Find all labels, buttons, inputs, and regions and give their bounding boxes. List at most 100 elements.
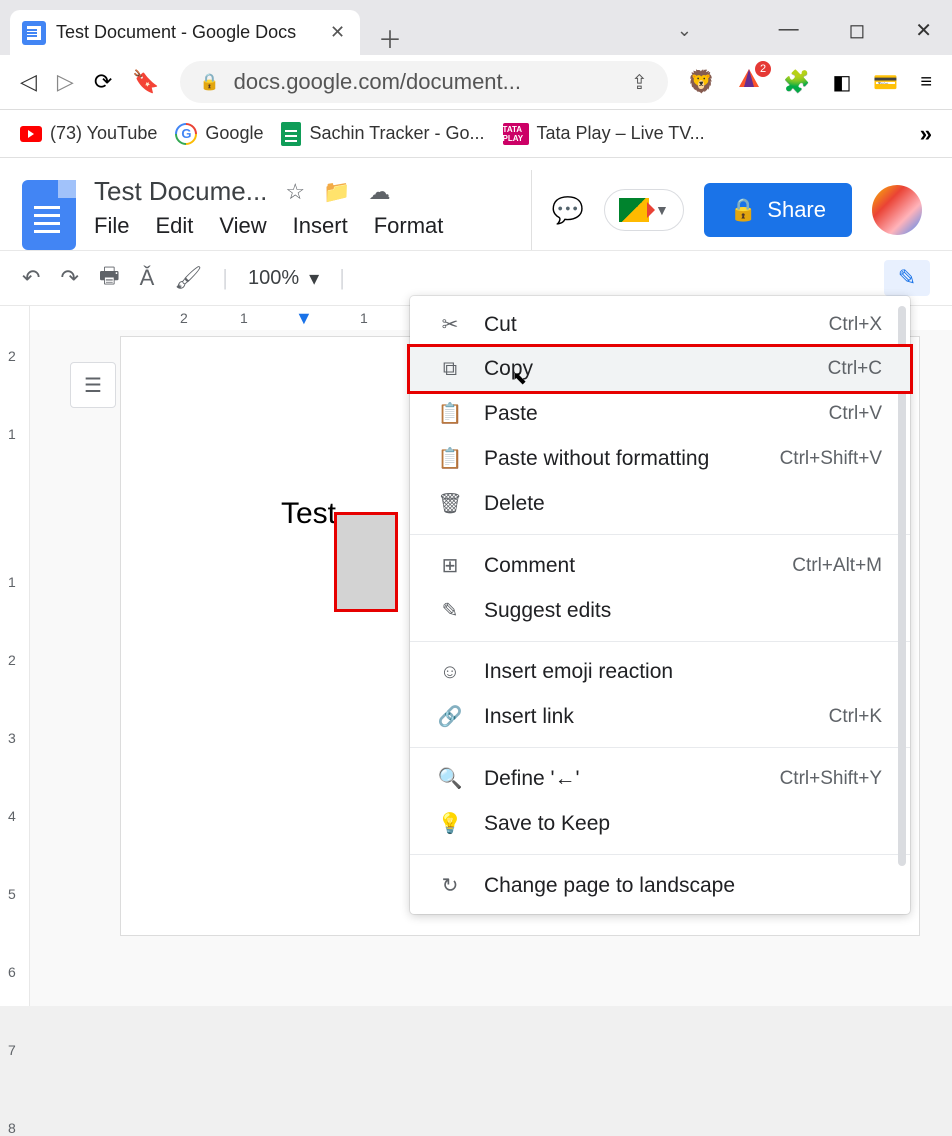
menu-insert[interactable]: Insert [293,213,348,239]
wallet-button[interactable]: 💳 [873,70,898,95]
brave-rewards-icon[interactable]: 2 [737,67,761,97]
menu-item-paste-without-formatting[interactable]: 📋Paste without formattingCtrl+Shift+V [410,436,910,481]
reload-button[interactable]: ⟳ [94,69,112,95]
menu-edit[interactable]: Edit [155,213,193,239]
menu-item-copy[interactable]: ⧉CopyCtrl+C [407,344,913,394]
define--icon: 🔍 [438,766,462,791]
lock-icon: 🔒 [730,197,757,223]
tabs-dropdown-icon[interactable]: ⌄ [677,20,692,41]
bookmarks-overflow-button[interactable]: » [920,121,932,147]
menu-item-insert-emoji-reaction[interactable]: ☺ Insert emoji reaction [410,650,910,694]
menu-divider [410,854,910,855]
change-page-to-landscape-icon: ↻ [438,873,462,898]
menu-item-shortcut: Ctrl+Shift+Y [780,768,882,790]
menu-item-label: Change page to landscape [484,874,860,898]
menu-view[interactable]: View [219,213,266,239]
nav-back-button[interactable]: ◁ [20,69,37,95]
menu-divider [410,641,910,642]
menu-item-suggest-edits[interactable]: ✎ Suggest edits [410,588,910,633]
menu-item-label: Save to Keep [484,812,860,836]
menu-item-define-[interactable]: 🔍 Define '←' Ctrl+Shift+Y [410,756,910,801]
brave-badge: 2 [755,61,771,77]
docs-logo-icon[interactable] [22,180,76,250]
menu-item-shortcut: Ctrl+Alt+M [792,555,882,577]
undo-button[interactable]: ↶ [22,265,40,291]
brave-shields-icon[interactable]: 🦁 [688,69,715,95]
menu-item-label: Cut [484,313,807,337]
window-close-button[interactable]: ✕ [915,18,932,43]
bookmark-button[interactable]: 🔖 [132,69,159,95]
comment-icon: ⊞ [438,553,462,578]
sheets-icon [281,122,301,146]
menu-item-label: Suggest edits [484,599,860,623]
bookmark-tataplay[interactable]: TATA PLAY Tata Play – Live TV... [503,123,705,145]
suggest-edits-icon: ✎ [438,598,462,623]
menu-item-change-page-to-landscape[interactable]: ↻ Change page to landscape [410,863,910,908]
menu-item-shortcut: Ctrl+Shift+V [780,448,882,470]
bookmark-sheets[interactable]: Sachin Tracker - Go... [281,122,484,146]
menu-item-shortcut: Ctrl+V [829,403,882,425]
menu-divider [410,534,910,535]
tab-close-button[interactable]: ✕ [330,22,348,43]
menu-item-label: Copy [484,357,806,381]
menu-button[interactable]: ≡ [920,71,932,94]
menu-item-paste[interactable]: 📋PasteCtrl+V [410,391,910,436]
menu-item-label: Insert emoji reaction [484,660,860,684]
menu-item-shortcut: Ctrl+C [828,358,882,380]
redo-button[interactable]: ↷ [60,265,78,291]
outline-toggle-button[interactable]: ☰ [70,362,116,408]
document-text[interactable]: Test [281,497,336,530]
insert-emoji-reaction-icon: ☺ [438,661,462,684]
youtube-icon [20,126,42,142]
paintformat-button[interactable]: 🖌 [174,265,202,291]
cloud-status-icon[interactable]: ☁ [369,179,391,205]
menu-item-label: Comment [484,554,770,578]
zoom-select[interactable]: 100% ▾ [248,266,319,291]
spellcheck-button[interactable]: Ǎ [140,265,155,291]
editing-mode-button[interactable]: ✎ [884,260,930,296]
star-button[interactable]: ☆ [285,179,305,205]
menu-item-cut[interactable]: ✂ Cut Ctrl+X [410,302,910,347]
menu-item-comment[interactable]: ⊞ Comment Ctrl+Alt+M [410,543,910,588]
bookmark-youtube[interactable]: (73) YouTube [20,123,157,144]
menu-item-delete[interactable]: 🗑 Delete [410,481,910,526]
new-tab-button[interactable]: ＋ [360,20,420,55]
vertical-ruler: 2112345678 [0,306,30,1006]
menu-item-shortcut: Ctrl+X [829,314,882,336]
delete-icon: 🗑 [438,491,462,516]
address-bar: ◁ ▷ ⟳ 🔖 🔒 docs.google.com/document... ⇪ … [0,55,952,110]
extensions-button[interactable]: 🧩 [783,69,810,95]
sidepanel-button[interactable]: ◧ [833,70,852,95]
context-menu: ✂CutCtrl+X⧉CopyCtrl+C📋PasteCtrl+V📋Paste … [410,296,910,914]
paste-icon: 📋 [438,401,462,426]
bookmark-google[interactable]: Google [175,123,263,145]
cut-icon: ✂ [438,312,462,337]
url-field[interactable]: 🔒 docs.google.com/document... ⇪ [180,61,668,103]
account-avatar[interactable] [872,185,922,235]
save-to-keep-icon: 💡 [438,811,462,836]
tataplay-icon: TATA PLAY [503,123,529,145]
print-button[interactable]: 🖶 [99,259,120,297]
docs-favicon-icon [22,21,46,45]
lock-icon: 🔒 [200,72,220,92]
share-button[interactable]: 🔒 Share [704,183,852,237]
menu-format[interactable]: Format [374,213,444,239]
meet-button[interactable]: ▼ [604,189,684,231]
chevron-down-icon: ▼ [655,202,669,218]
menu-divider [410,747,910,748]
chevron-down-icon: ▾ [309,266,319,291]
menu-item-label: Define '←' [484,767,758,791]
window-minimize-button[interactable]: — [779,18,799,43]
browser-tab[interactable]: Test Document - Google Docs ✕ [10,10,360,55]
menu-item-save-to-keep[interactable]: 💡 Save to Keep [410,801,910,846]
move-button[interactable]: 📁 [323,179,350,205]
window-maximize-button[interactable]: ◻ [849,18,866,43]
menu-item-insert-link[interactable]: 🔗Insert linkCtrl+K [410,694,910,739]
document-title[interactable]: Test Docume... [94,176,267,207]
menu-item-label: Delete [484,492,860,516]
share-url-icon[interactable]: ⇪ [631,70,648,95]
menu-file[interactable]: File [94,213,129,239]
nav-forward-button[interactable]: ▷ [57,69,74,95]
menu-item-label: Insert link [484,705,807,729]
comments-button[interactable]: 💬 [552,195,584,226]
